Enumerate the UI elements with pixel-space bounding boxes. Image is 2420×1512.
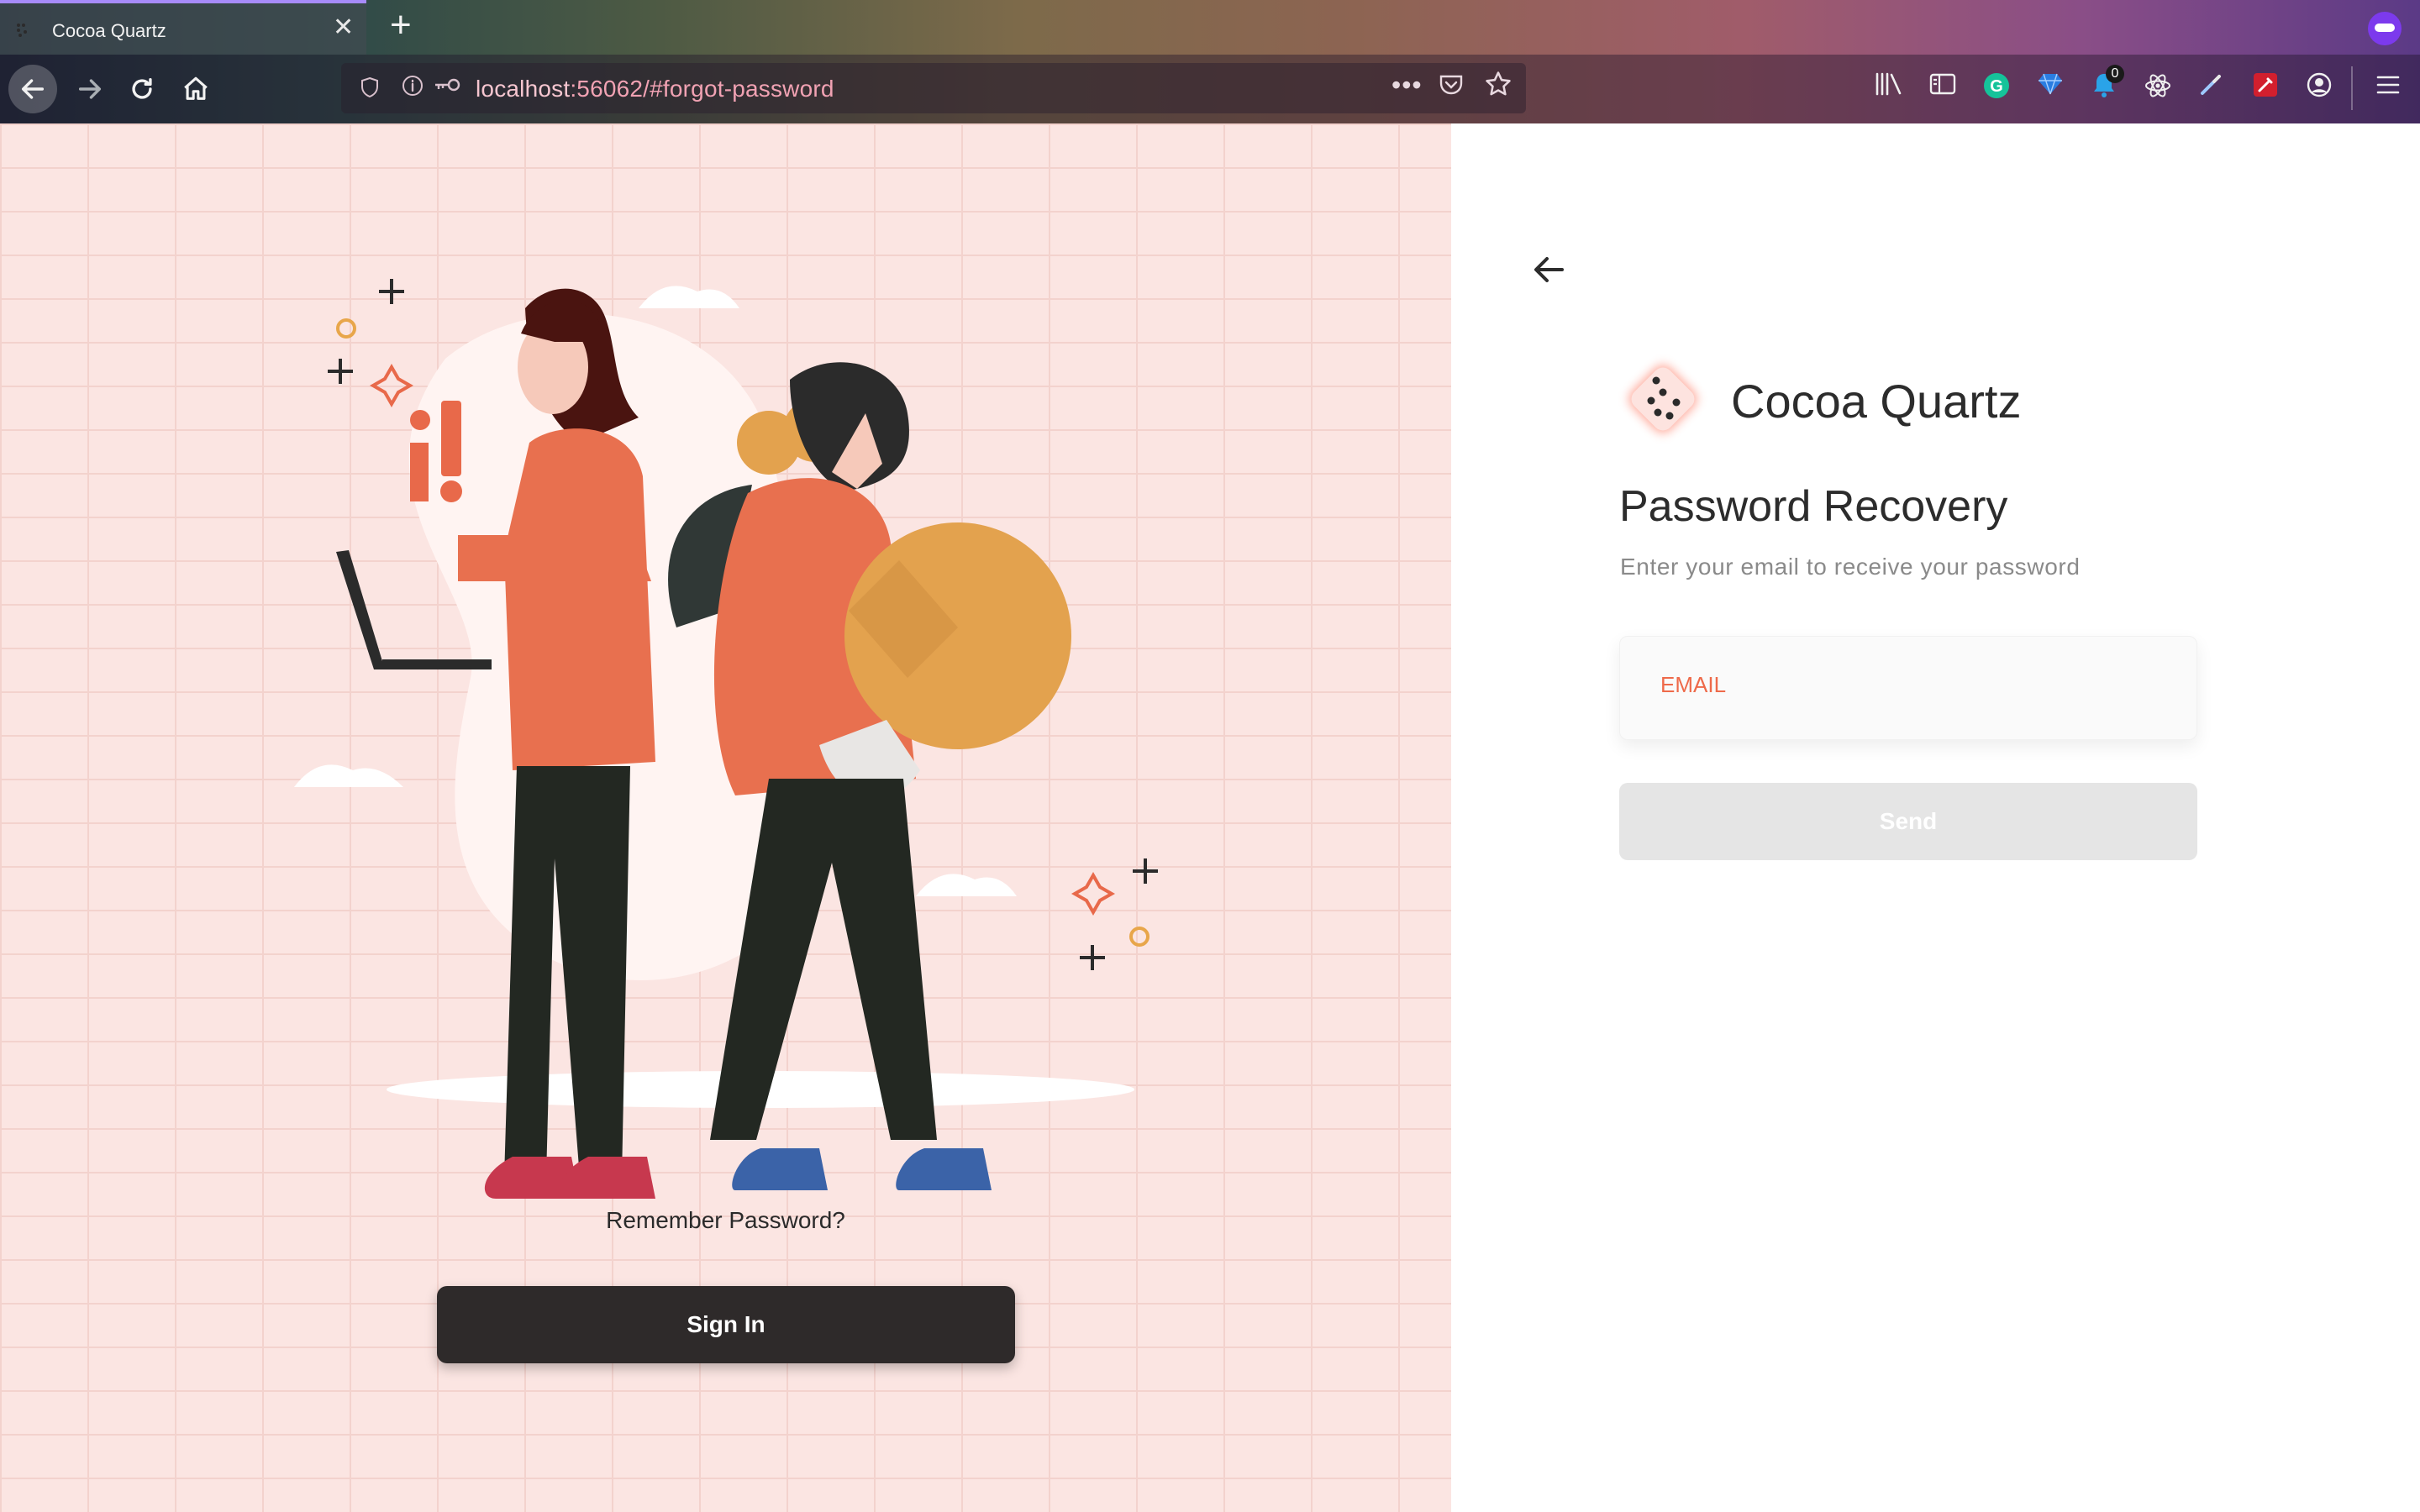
back-arrow-icon[interactable] (1528, 249, 1569, 290)
hamburger-menu-icon[interactable] (2371, 71, 2405, 105)
bookmark-star-icon[interactable] (1484, 70, 1512, 106)
forward-button[interactable] (66, 65, 114, 113)
back-button[interactable] (8, 65, 57, 113)
site-info-icon[interactable] (402, 75, 424, 102)
people-illustration (294, 279, 1158, 1199)
tab-close-icon[interactable]: ✕ (333, 15, 354, 40)
tab-title: Cocoa Quartz (52, 20, 166, 41)
sign-in-button[interactable]: Sign In (437, 1286, 1015, 1363)
react-devtools-icon[interactable] (2141, 71, 2175, 105)
library-icon[interactable] (1872, 71, 1906, 105)
url-host: localhost (476, 76, 571, 102)
navigation-toolbar: localhost:56062/#forgot-password ••• G 0 (0, 55, 2420, 123)
email-field[interactable]: EMAIL (1619, 636, 2197, 740)
email-field-label: EMAIL (1660, 672, 1727, 697)
app-name: Cocoa Quartz (1731, 375, 2022, 428)
toolbar-separator (2351, 66, 2353, 110)
browser-chrome: Cocoa Quartz ✕ + localhost:56062/#forgot… (0, 0, 2420, 123)
private-browsing-icon (2368, 12, 2402, 45)
edit-icon[interactable] (2249, 71, 2282, 105)
key-icon[interactable] (434, 73, 462, 102)
tab-favicon-icon (17, 24, 27, 37)
svg-text:G: G (1990, 77, 2003, 96)
back-arrow-icon (21, 79, 45, 99)
gem-icon[interactable] (2033, 71, 2067, 105)
url-text[interactable]: localhost:56062/#forgot-password (476, 76, 834, 102)
remember-password-text: Remember Password? (606, 1207, 845, 1233)
reload-button[interactable] (118, 65, 166, 113)
grammarly-icon[interactable]: G (1980, 71, 2013, 105)
page-actions-icon[interactable]: ••• (1392, 70, 1423, 101)
page-title: Password Recovery (1619, 482, 2008, 531)
pocket-icon[interactable] (1439, 73, 1464, 102)
home-button[interactable] (171, 65, 220, 113)
new-tab-button[interactable]: + (390, 7, 412, 44)
illustration-panel: Remember Password? Sign In (0, 123, 1451, 1512)
tracking-shield-icon[interactable] (360, 76, 378, 98)
browser-tab[interactable]: Cocoa Quartz ✕ (0, 0, 366, 55)
app-logo-icon (1628, 365, 1697, 433)
url-path: :56062/#forgot-password (570, 76, 834, 102)
reload-icon (132, 77, 152, 99)
page-subtitle: Enter your email to receive your passwor… (1620, 554, 2081, 580)
account-icon[interactable] (2302, 71, 2336, 105)
send-button[interactable]: Send (1619, 783, 2197, 860)
address-bar[interactable]: localhost:56062/#forgot-password ••• (341, 63, 1526, 113)
eyedropper-icon[interactable] (2195, 71, 2228, 105)
recovery-form-panel: Cocoa Quartz Password Recovery Enter you… (1451, 123, 2420, 1512)
sidebar-icon[interactable] (1926, 71, 1960, 105)
notification-badge: 0 (2106, 65, 2124, 83)
home-icon (184, 76, 208, 100)
forward-arrow-icon (78, 79, 102, 99)
